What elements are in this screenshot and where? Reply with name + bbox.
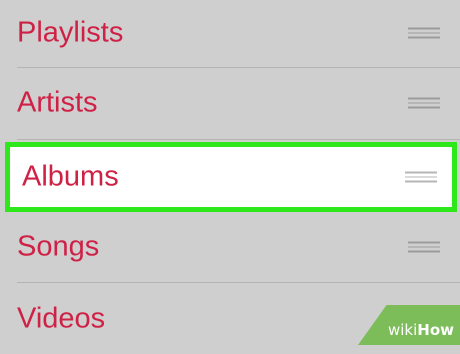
item-label: Playlists xyxy=(17,16,124,49)
reorder-handle-icon[interactable] xyxy=(408,241,440,253)
list-item-songs[interactable]: Songs xyxy=(0,212,460,282)
list-item-playlists[interactable]: Playlists xyxy=(0,0,460,68)
reorder-handle-icon[interactable] xyxy=(408,97,440,109)
reorder-handle-icon[interactable] xyxy=(405,171,437,183)
library-menu-list: Playlists Artists Albums Songs Videos xyxy=(0,0,460,345)
item-label: Videos xyxy=(17,302,106,335)
item-label: Songs xyxy=(17,230,100,263)
item-label: Artists xyxy=(17,86,98,119)
item-label: Albums xyxy=(22,160,119,193)
divider xyxy=(17,282,460,283)
divider xyxy=(17,139,460,140)
list-item-albums[interactable]: Albums xyxy=(5,142,457,212)
reorder-handle-icon[interactable] xyxy=(408,27,440,39)
watermark-text: wikiHow xyxy=(387,321,454,339)
list-item-artists[interactable]: Artists xyxy=(0,68,460,138)
